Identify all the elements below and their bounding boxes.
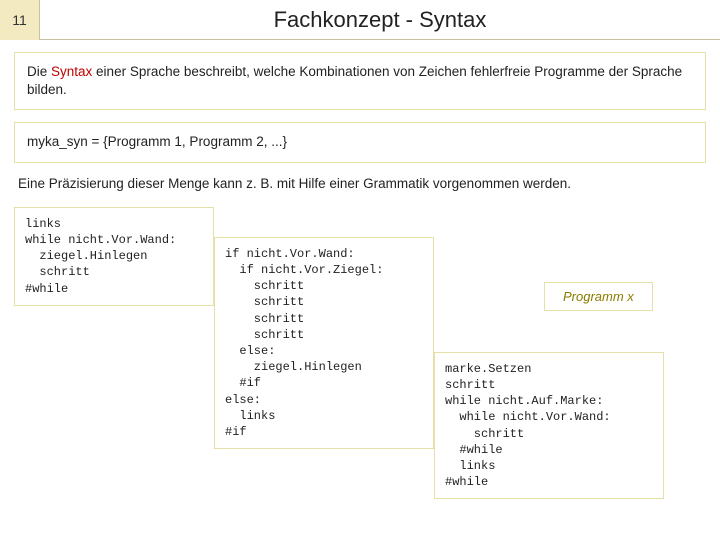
slide-number-box: 11 <box>0 0 40 40</box>
code-example-3: marke.Setzen schritt while nicht.Auf.Mar… <box>434 352 664 500</box>
set-definition-box: myka_syn = {Programm 1, Programm 2, ...} <box>14 122 706 162</box>
syntax-keyword: Syntax <box>51 64 92 79</box>
definition-box: Die Syntax einer Sprache beschreibt, wel… <box>14 52 706 110</box>
description-text: Eine Präzisierung dieser Menge kann z. B… <box>18 175 702 193</box>
slide-header: 11 Fachkonzept - Syntax <box>0 0 720 40</box>
set-definition-text: myka_syn = {Programm 1, Programm 2, ...} <box>27 134 287 149</box>
code-example-2: if nicht.Vor.Wand: if nicht.Vor.Ziegel: … <box>214 237 434 449</box>
code-examples-area: links while nicht.Vor.Wand: ziegel.Hinle… <box>14 207 706 527</box>
slide-number: 11 <box>12 12 27 28</box>
slide-title: Fachkonzept - Syntax <box>40 7 720 33</box>
definition-pre: Die <box>27 64 51 79</box>
definition-post: einer Sprache beschreibt, welche Kombina… <box>27 64 682 97</box>
program-label: Programm x <box>544 282 653 311</box>
code-example-1: links while nicht.Vor.Wand: ziegel.Hinle… <box>14 207 214 306</box>
